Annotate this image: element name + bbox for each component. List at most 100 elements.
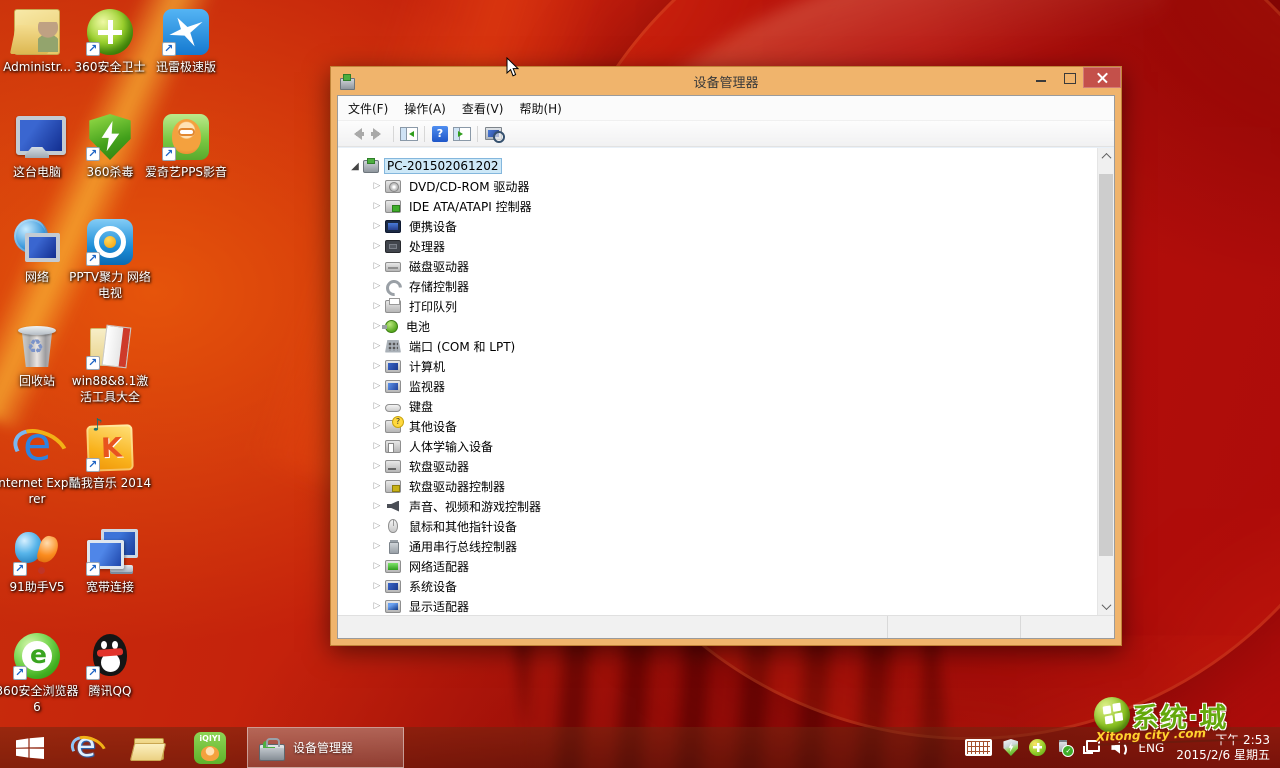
tray-360-ball-icon[interactable]: [1029, 739, 1046, 756]
tree-item-usb-controller[interactable]: ▷通用串行总线控制器: [340, 536, 1095, 556]
scan-computer-button[interactable]: [482, 124, 504, 144]
tree-item-label[interactable]: 人体学输入设备: [406, 437, 496, 456]
tray-network-icon[interactable]: [1083, 740, 1100, 755]
minimize-button[interactable]: [1027, 67, 1055, 88]
menu-item-3[interactable]: 帮助(H): [519, 100, 561, 117]
tray-volume-icon[interactable]: [1111, 740, 1128, 755]
forward-button[interactable]: [367, 124, 389, 144]
tree-item-label[interactable]: 计算机: [406, 357, 448, 376]
desktop-icon-360-antivirus[interactable]: 360杀毒: [67, 113, 153, 180]
collapse-toggle-icon[interactable]: ◢: [348, 161, 362, 172]
tree-item-other-devices[interactable]: ▷ 其他设备: [340, 416, 1095, 436]
desktop-icon-pptv[interactable]: PPTV聚力 网络电视: [67, 218, 153, 301]
menu-item-0[interactable]: 文件(F): [348, 100, 388, 117]
tree-item-cd-drive[interactable]: ▷ DVD/CD-ROM 驱动器: [340, 176, 1095, 196]
title-bar[interactable]: 设备管理器: [331, 67, 1121, 95]
tree-item-label[interactable]: 网络适配器: [406, 557, 472, 576]
tree-item-disk-drive[interactable]: ▷ 磁盘驱动器: [340, 256, 1095, 276]
tree-item-label[interactable]: DVD/CD-ROM 驱动器: [406, 177, 532, 196]
tree-item-label[interactable]: 监视器: [406, 377, 448, 396]
tree-item-display-adapter[interactable]: ▷ 显示适配器: [340, 596, 1095, 615]
taskbar-app-ie[interactable]: [65, 727, 107, 768]
tree-item-floppy-controller[interactable]: ▷软盘驱动器控制器: [340, 476, 1095, 496]
tree-item-root[interactable]: ◢ PC-201502061202: [340, 156, 1095, 176]
desktop-icon-qq[interactable]: 腾讯QQ: [67, 632, 153, 699]
taskbar-app-iqiyi[interactable]: [189, 727, 231, 768]
expand-toggle-icon[interactable]: ▷: [370, 501, 384, 511]
expand-toggle-icon[interactable]: ▷: [370, 481, 384, 491]
tree-item-battery[interactable]: ▷电池: [340, 316, 1095, 336]
tree-item-label[interactable]: PC-201502061202: [384, 158, 502, 174]
tree-item-ide-controller[interactable]: ▷ IDE ATA/ATAPI 控制器: [340, 196, 1095, 216]
tree-item-ports[interactable]: ▷ 端口 (COM 和 LPT): [340, 336, 1095, 356]
expand-toggle-icon[interactable]: ▷: [370, 341, 384, 351]
taskbar-app-explorer[interactable]: [127, 727, 169, 768]
tree-item-label[interactable]: 声音、视频和游戏控制器: [406, 497, 544, 516]
scroll-up-button[interactable]: [1098, 148, 1114, 165]
back-button[interactable]: [345, 124, 367, 144]
scroll-down-button[interactable]: [1098, 598, 1114, 615]
tree-item-label[interactable]: 鼠标和其他指针设备: [406, 517, 520, 536]
expand-toggle-icon[interactable]: ▷: [370, 421, 384, 431]
tree-item-keyboard[interactable]: ▷键盘: [340, 396, 1095, 416]
tree-item-hid[interactable]: ▷ 人体学输入设备: [340, 436, 1095, 456]
tree-item-label[interactable]: 其他设备: [406, 417, 460, 436]
desktop-icon-360-safe[interactable]: 360安全卫士: [67, 8, 153, 75]
tree-item-computer[interactable]: ▷ 计算机: [340, 356, 1095, 376]
tree-item-label[interactable]: 打印队列: [406, 297, 460, 316]
tree-item-label[interactable]: IDE ATA/ATAPI 控制器: [406, 197, 535, 216]
start-button[interactable]: [13, 734, 47, 762]
tree-item-sound[interactable]: ▷ 声音、视频和游戏控制器: [340, 496, 1095, 516]
expand-toggle-icon[interactable]: ▷: [370, 361, 384, 371]
tree-item-label[interactable]: 软盘驱动器: [406, 457, 472, 476]
desktop-icon-pps[interactable]: 爱奇艺PPS影音: [143, 113, 229, 180]
tree-item-label[interactable]: 端口 (COM 和 LPT): [406, 337, 518, 356]
taskbar-active-task[interactable]: 设备管理器: [247, 727, 404, 768]
desktop-icon-kuwo-music[interactable]: 酷我音乐 2014: [67, 424, 153, 491]
expand-toggle-icon[interactable]: ▷: [370, 561, 384, 571]
expand-toggle-icon[interactable]: ▷: [370, 541, 384, 551]
tree-item-mouse[interactable]: ▷ 鼠标和其他指针设备: [340, 516, 1095, 536]
desktop-icon-activation-folder[interactable]: win88&8.1激活工具大全: [67, 322, 153, 405]
tree-item-label[interactable]: 磁盘驱动器: [406, 257, 472, 276]
tree-item-label[interactable]: 存储控制器: [406, 277, 472, 296]
scrollbar-thumb[interactable]: [1099, 174, 1113, 556]
tree-item-label[interactable]: 便携设备: [406, 217, 460, 236]
tree-item-storage-controller[interactable]: ▷ 存储控制器: [340, 276, 1095, 296]
tree-item-network-adapter[interactable]: ▷ 网络适配器: [340, 556, 1095, 576]
expand-toggle-icon[interactable]: ▷: [370, 281, 384, 291]
desktop-icon-thunder[interactable]: 迅雷极速版: [143, 8, 229, 75]
expand-toggle-icon[interactable]: ▷: [370, 261, 384, 271]
maximize-button[interactable]: [1055, 67, 1083, 88]
expand-toggle-icon[interactable]: ▷: [370, 381, 384, 391]
expand-toggle-icon[interactable]: ▷: [370, 581, 384, 591]
close-button[interactable]: [1083, 67, 1121, 88]
tree-item-print-queue[interactable]: ▷打印队列: [340, 296, 1095, 316]
expand-toggle-icon[interactable]: ▷: [370, 601, 384, 611]
tree-item-label[interactable]: 处理器: [406, 237, 448, 256]
expand-toggle-icon[interactable]: ▷: [370, 201, 384, 211]
expand-toggle-icon[interactable]: ▷: [370, 521, 384, 531]
tree-item-label[interactable]: 显示适配器: [406, 597, 472, 616]
taskbar-clock[interactable]: 下午 2:53 2015/2/6 星期五: [1176, 733, 1270, 763]
tree-item-label[interactable]: 电池: [403, 317, 433, 336]
language-indicator[interactable]: ENG: [1138, 741, 1164, 755]
expand-toggle-icon[interactable]: ▷: [370, 241, 384, 251]
menu-item-1[interactable]: 操作(A): [404, 100, 446, 117]
expand-toggle-icon[interactable]: ▷: [370, 181, 384, 191]
tray-keyboard-icon[interactable]: [965, 739, 992, 756]
desktop-icon-broadband[interactable]: 宽带连接: [67, 528, 153, 595]
tree-item-label[interactable]: 键盘: [406, 397, 436, 416]
tree-item-portable-device[interactable]: ▷便携设备: [340, 216, 1095, 236]
help-button[interactable]: ?: [429, 124, 451, 144]
tray-360-shield-icon[interactable]: [1003, 739, 1018, 756]
action-pane-button[interactable]: [451, 124, 473, 144]
expand-toggle-icon[interactable]: ▷: [370, 461, 384, 471]
tree-item-label[interactable]: 系统设备: [406, 577, 460, 596]
vertical-scrollbar[interactable]: [1097, 148, 1114, 615]
expand-toggle-icon[interactable]: ▷: [370, 441, 384, 451]
console-tree-button[interactable]: [398, 124, 420, 144]
menu-item-2[interactable]: 查看(V): [462, 100, 504, 117]
tree-item-processor[interactable]: ▷ 处理器: [340, 236, 1095, 256]
tree-item-floppy-drive[interactable]: ▷ 软盘驱动器: [340, 456, 1095, 476]
